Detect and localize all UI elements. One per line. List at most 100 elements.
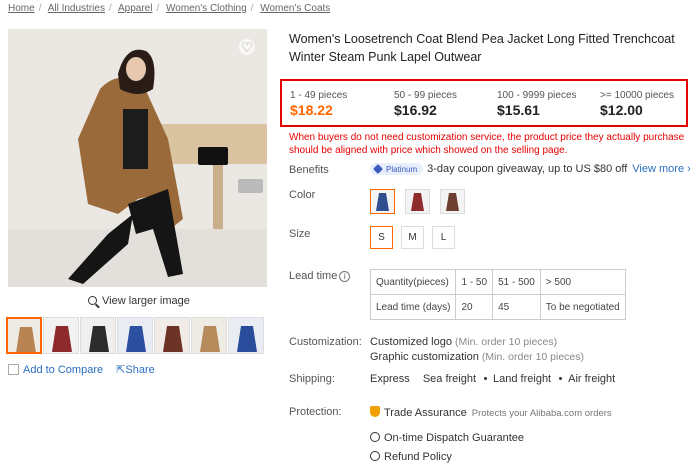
thumbnail-image <box>229 318 263 353</box>
view-more-link[interactable]: View more › <box>632 163 691 175</box>
breadcrumb-separator: / <box>38 3 42 14</box>
protection-label: Protection: <box>289 406 342 418</box>
table-cell: 1 - 50 <box>455 269 494 295</box>
view-more-label: View more <box>632 163 685 175</box>
trade-assurance-sub: Protects your Alibaba.com orders <box>471 408 612 419</box>
breadcrumb-separator: / <box>108 3 112 14</box>
customization-min-order: (Min. order 10 pieces) <box>455 336 558 348</box>
platinum-badge: Platinum <box>370 163 424 175</box>
product-photo <box>8 29 267 287</box>
shipping-method-land: Land freight <box>493 373 552 385</box>
refund-policy-row: Refund Policy <box>370 451 452 463</box>
thumbnail[interactable] <box>228 317 264 354</box>
dispatch-guarantee-row: On-time Dispatch Guarantee <box>370 432 524 444</box>
trade-assurance-row: Trade Assurance Protects your Alibaba.com… <box>370 406 612 419</box>
price-tier: 100 - 9999 pieces $15.61 <box>497 90 577 118</box>
breadcrumb-apparel[interactable]: Apparel <box>118 3 152 14</box>
breadcrumb-all-industries[interactable]: All Industries <box>48 3 105 14</box>
price-tier-quantity: 50 - 99 pieces <box>394 90 457 101</box>
lead-time-table: Quantity(pieces) 1 - 50 51 - 500 > 500 L… <box>369 269 626 320</box>
search-magnifier-icon <box>88 296 97 305</box>
thumbnail[interactable] <box>80 317 116 354</box>
product-title: Women's Loosetrench Coat Blend Pea Jacke… <box>289 32 675 64</box>
customization-label: Customization: <box>289 336 362 348</box>
price-tier: 50 - 99 pieces $16.92 <box>394 90 457 118</box>
shipping-label: Shipping: <box>289 373 335 385</box>
price-tiers-box: 1 - 49 pieces $18.22 50 - 99 pieces $16.… <box>280 79 688 127</box>
customization-name: Graphic customization <box>370 351 479 363</box>
customization-item: Customized logo (Min. order 10 pieces) <box>370 336 557 348</box>
thumbnail[interactable] <box>154 317 190 354</box>
lead-time-label-row: Lead time i <box>289 270 351 282</box>
compare-checkbox[interactable] <box>8 364 19 375</box>
thumbnail-image <box>81 318 115 353</box>
lead-time-label: Lead time <box>289 270 338 282</box>
thumbnail-image <box>155 318 189 353</box>
benefits-label: Benefits <box>289 164 329 176</box>
price-tier-quantity: 100 - 9999 pieces <box>497 90 577 101</box>
check-circle-icon <box>370 451 380 461</box>
table-cell: Quantity(pieces) <box>369 269 457 295</box>
add-to-compare-link[interactable]: Add to Compare <box>23 364 103 376</box>
price-tier: 1 - 49 pieces $18.22 <box>290 90 347 118</box>
shipping-method-sea: Sea freight <box>422 373 477 385</box>
breadcrumb-womens-clothing[interactable]: Women's Clothing <box>166 3 247 14</box>
breadcrumb-womens-coats[interactable]: Women's Coats <box>260 3 330 14</box>
color-swatch[interactable] <box>440 189 465 214</box>
bullet-dot <box>559 377 563 380</box>
shipping-methods: Express Sea freight Land freight Air freig… <box>370 373 615 385</box>
price-tier: >= 10000 pieces $12.00 <box>600 90 674 118</box>
size-label: Size <box>289 228 311 240</box>
size-option-l[interactable]: L <box>432 226 455 249</box>
thumbnail-image <box>118 318 152 353</box>
favorite-heart-icon[interactable]: ♡ <box>239 39 255 55</box>
customization-min-order: (Min. order 10 pieces) <box>481 351 585 363</box>
color-options <box>370 189 465 214</box>
thumbnail-strip <box>6 317 264 354</box>
view-larger-image-link[interactable]: View larger image <box>88 295 190 307</box>
color-swatch[interactable] <box>370 189 395 214</box>
thumbnail[interactable] <box>43 317 79 354</box>
thumbnail[interactable] <box>191 317 227 354</box>
table-cell: 45 <box>492 294 541 320</box>
color-swatch[interactable] <box>405 189 430 214</box>
benefits-text: 3-day coupon giveaway, up to US $80 off <box>427 163 628 175</box>
thumbnail[interactable] <box>117 317 153 354</box>
color-swatch-image <box>406 190 429 213</box>
size-option-s[interactable]: S <box>370 226 393 249</box>
share-link[interactable]: ⇱Share <box>116 364 155 376</box>
size-options: S M L <box>370 226 455 249</box>
benefits-row: Platinum 3-day coupon giveaway, up to US … <box>370 163 691 175</box>
breadcrumb-separator: / <box>156 3 160 14</box>
view-larger-image-label: View larger image <box>102 295 190 307</box>
info-icon[interactable]: i <box>339 271 351 282</box>
price-note: When buyers do not need customization se… <box>289 132 685 156</box>
trade-assurance-shield-icon <box>370 406 380 417</box>
price-tier-price: $18.22 <box>290 102 333 118</box>
color-swatch-image <box>371 190 394 213</box>
refund-policy-label: Refund Policy <box>384 451 452 463</box>
table-cell: > 500 <box>539 269 626 295</box>
price-tier-price: $15.61 <box>497 102 540 118</box>
dispatch-guarantee-label: On-time Dispatch Guarantee <box>384 432 525 444</box>
table-cell: 20 <box>455 294 494 320</box>
platinum-badge-label: Platinum <box>386 165 418 174</box>
price-tier-price: $12.00 <box>600 102 643 118</box>
table-cell: Lead time (days) <box>369 294 457 320</box>
breadcrumb: Home / All Industries / Apparel / Women's C… <box>8 3 330 14</box>
color-swatch-image <box>441 190 464 213</box>
gallery-actions: Add to Compare ⇱Share <box>8 363 155 376</box>
thumbnail[interactable] <box>6 317 42 354</box>
customization-name: Customized logo <box>370 336 452 348</box>
price-tier-price: $16.92 <box>394 102 437 118</box>
platinum-icon <box>373 164 383 174</box>
size-option-m[interactable]: M <box>401 226 424 249</box>
color-label: Color <box>289 189 316 201</box>
price-tier-quantity: 1 - 49 pieces <box>290 90 348 101</box>
table-row: Quantity(pieces) 1 - 50 51 - 500 > 500 <box>369 269 626 295</box>
share-label: Share <box>125 364 155 376</box>
main-product-image[interactable]: ♡ <box>8 29 267 287</box>
chevron-right-icon: › <box>687 163 691 175</box>
table-cell: To be negotiated <box>539 294 626 320</box>
breadcrumb-home[interactable]: Home <box>8 3 35 14</box>
